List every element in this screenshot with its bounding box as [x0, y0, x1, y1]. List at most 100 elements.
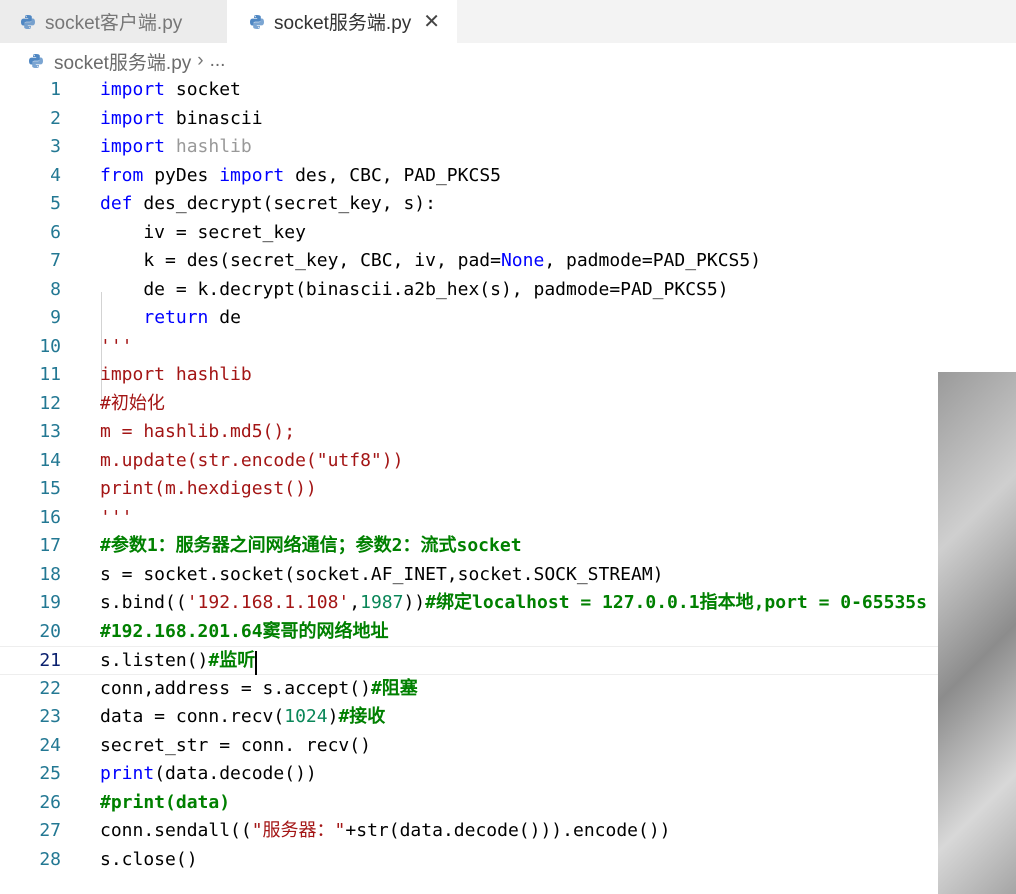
- code-text: ''': [100, 333, 133, 362]
- line-number: 4: [50, 164, 61, 186]
- code-line[interactable]: 11 import hashlib: [0, 361, 1016, 390]
- code-text: def des_decrypt(secret_key, s):: [100, 190, 436, 219]
- code-line[interactable]: 20 #192.168.201.64窦哥的网络地址: [0, 618, 1016, 647]
- code-token: , padmode=PAD_PKCS5): [544, 250, 762, 271]
- line-number: 20: [39, 620, 61, 642]
- code-text: m = hashlib.md5();: [100, 418, 295, 447]
- code-token: 1987: [360, 592, 404, 613]
- line-number: 7: [50, 250, 61, 271]
- line-number: 24: [39, 734, 61, 756]
- line-number: 10: [39, 335, 61, 357]
- line-number: 26: [39, 791, 61, 813]
- line-number: 18: [39, 563, 61, 585]
- background-decoration: [938, 372, 1016, 894]
- code-token: )): [403, 592, 426, 613]
- code-token: conn.sendall((: [100, 820, 252, 841]
- code-token: print: [100, 763, 155, 784]
- code-line[interactable]: 13 m = hashlib.md5();: [0, 418, 1016, 447]
- code-token: import: [100, 107, 166, 129]
- code-text: k = des(secret_key, CBC, iv, pad=None, p…: [100, 247, 761, 276]
- code-line[interactable]: 14 m.update(str.encode("utf8")): [0, 447, 1016, 476]
- code-token: import hashlib: [100, 364, 252, 385]
- code-token: '192.168.1.108': [186, 592, 350, 613]
- code-line[interactable]: 7 k = des(secret_key, CBC, iv, pad=None,…: [0, 247, 1016, 276]
- code-line[interactable]: 19 s.bind(('192.168.1.108',1987))#绑定local…: [0, 589, 1016, 618]
- code-token: None: [500, 250, 545, 271]
- code-line[interactable]: 17 #参数1：服务器之间网络通信；参数2：流式socket: [0, 532, 1016, 561]
- code-token: #监听: [208, 650, 256, 671]
- code-token: #初始化: [100, 392, 165, 414]
- line-number: 16: [39, 506, 61, 528]
- code-token: ): [327, 706, 339, 727]
- code-line[interactable]: 26 #print(data): [0, 789, 1016, 818]
- breadcrumb-file[interactable]: socket服务端.py: [54, 48, 191, 75]
- code-token: k = des(secret_key, CBC, iv, pad=: [100, 250, 501, 271]
- code-token: 1024: [284, 706, 328, 727]
- line-number: 23: [39, 706, 61, 727]
- code-line[interactable]: 28 s.close(): [0, 846, 1016, 875]
- code-token: s.bind((: [100, 592, 187, 613]
- line-number: 13: [39, 421, 61, 442]
- breadcrumb: socket服务端.py › ...: [0, 45, 1016, 77]
- tab-bar: socket客户端.py socket服务端.py ✕: [0, 0, 1016, 43]
- code-token: m = hashlib.md5();: [100, 421, 296, 442]
- line-number: 17: [39, 535, 61, 556]
- line-number: 14: [39, 449, 61, 471]
- code-line[interactable]: 22 conn,address = s.accept()#阻塞: [0, 675, 1016, 704]
- code-line[interactable]: 21 s.listen()#监听: [0, 646, 1016, 675]
- code-token: import: [219, 164, 285, 186]
- code-text: s = socket.socket(socket.AF_INET,socket.…: [100, 561, 664, 590]
- code-line[interactable]: 8 de = k.decrypt(binascii.a2b_hex(s), pa…: [0, 276, 1016, 305]
- code-line[interactable]: 27 conn.sendall(("服务器："+str(data.decode()…: [0, 817, 1016, 846]
- code-line[interactable]: 2 import binascii: [0, 105, 1016, 134]
- code-text: s.close(): [100, 846, 198, 875]
- tab-socket-server[interactable]: socket服务端.py ✕: [227, 0, 457, 43]
- code-line[interactable]: 3 import hashlib: [0, 133, 1016, 162]
- code-line[interactable]: 1 import socket: [0, 76, 1016, 105]
- code-token: ''': [100, 335, 133, 357]
- code-line[interactable]: 24 secret_str = conn. recv(): [0, 732, 1016, 761]
- code-token: des_decrypt(secret_key, s):: [132, 193, 436, 214]
- line-number: 3: [50, 136, 61, 157]
- code-line[interactable]: 15 print(m.hexdigest()): [0, 475, 1016, 504]
- code-line[interactable]: 4 from pyDes import des, CBC, PAD_PKCS5: [0, 162, 1016, 191]
- code-text: import socket: [100, 76, 241, 105]
- code-token: conn,address = s.accept(): [100, 677, 371, 699]
- code-token: binascii: [165, 107, 263, 129]
- code-line[interactable]: 9 return de: [0, 304, 1016, 333]
- code-token: return: [143, 307, 209, 328]
- code-token: "服务器：": [251, 820, 346, 841]
- line-number: 6: [50, 221, 61, 243]
- tab-socket-client[interactable]: socket客户端.py: [0, 0, 227, 43]
- code-token: m.update(str.encode("utf8")): [100, 449, 404, 471]
- code-text: return de: [100, 304, 241, 333]
- code-token: de: [208, 307, 241, 328]
- breadcrumb-more[interactable]: ...: [210, 50, 226, 72]
- code-text: m.update(str.encode("utf8")): [100, 447, 403, 476]
- code-token: #阻塞: [370, 677, 418, 699]
- code-line[interactable]: 5 def des_decrypt(secret_key, s):: [0, 190, 1016, 219]
- code-text: de = k.decrypt(binascii.a2b_hex(s), padm…: [100, 276, 728, 305]
- code-line[interactable]: 12 #初始化: [0, 390, 1016, 419]
- python-file-icon: [249, 14, 265, 30]
- line-number: 8: [50, 278, 61, 300]
- code-token: #绑定localhost = 127.0.0.1指本地,port = 0-655…: [425, 592, 927, 613]
- code-token: socket: [165, 79, 241, 100]
- close-icon[interactable]: ✕: [423, 9, 440, 34]
- code-line[interactable]: 18 s = socket.socket(socket.AF_INET,socke…: [0, 561, 1016, 590]
- code-token: import: [100, 136, 166, 157]
- code-line[interactable]: 16 ''': [0, 504, 1016, 533]
- code-text: import hashlib: [100, 133, 252, 162]
- code-line[interactable]: 10 ''': [0, 333, 1016, 362]
- code-token: print(m.hexdigest()): [100, 478, 317, 499]
- code-text: s.listen()#监听: [100, 647, 258, 676]
- code-line[interactable]: 23 data = conn.recv(1024)#接收: [0, 703, 1016, 732]
- code-text: print(m.hexdigest()): [100, 475, 317, 504]
- code-line[interactable]: 25 print(data.decode()): [0, 760, 1016, 789]
- code-editor[interactable]: 1 import socket 2 import binascii 3 import ha…: [0, 76, 1016, 894]
- code-line[interactable]: 6 iv = secret_key: [0, 219, 1016, 248]
- code-text: #192.168.201.64窦哥的网络地址: [100, 618, 389, 647]
- code-text: #初始化: [100, 390, 165, 419]
- code-token: data = conn.recv(: [100, 706, 285, 727]
